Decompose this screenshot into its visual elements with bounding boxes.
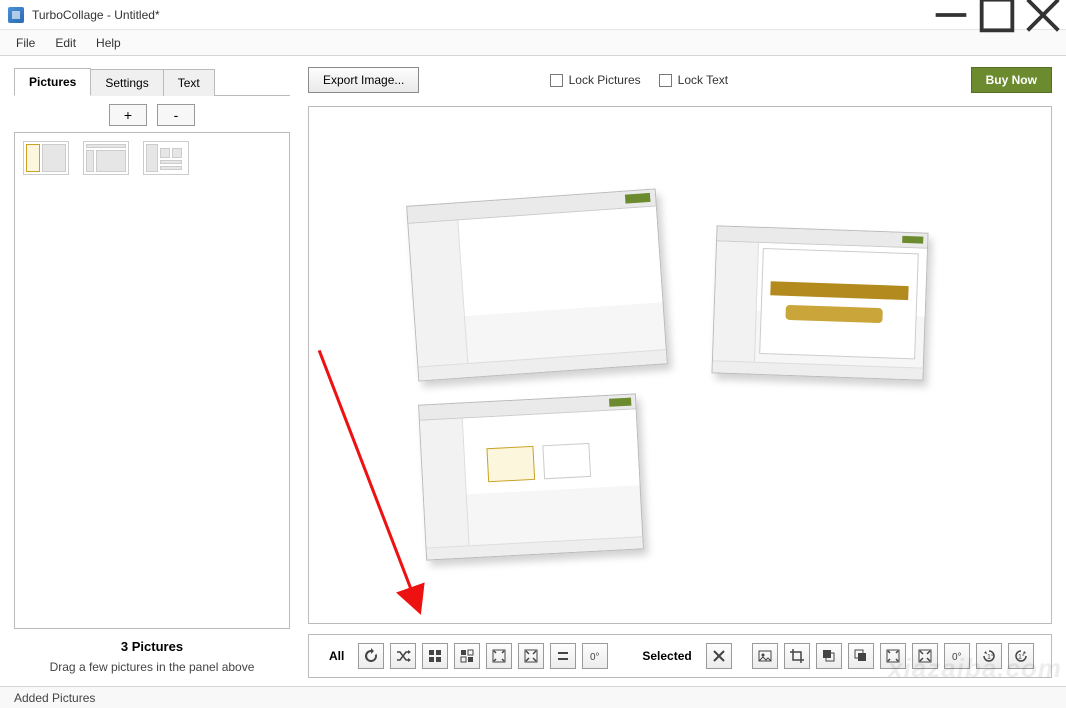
top-toolbar: Export Image... Lock Pictures Lock Text … (308, 64, 1052, 96)
crop-button[interactable] (784, 643, 810, 669)
checkbox-icon (659, 74, 672, 87)
menu-edit[interactable]: Edit (47, 32, 84, 54)
thumbnail-area[interactable] (14, 132, 290, 629)
delete-button[interactable] (706, 643, 732, 669)
export-image-button[interactable]: Export Image... (308, 67, 419, 93)
tab-text[interactable]: Text (163, 69, 215, 96)
lock-pictures-label: Lock Pictures (569, 73, 641, 87)
checkbox-icon (550, 74, 563, 87)
left-footer: 3 Pictures Drag a few pictures in the pa… (14, 629, 290, 678)
buy-now-button[interactable]: Buy Now (971, 67, 1052, 93)
window-controls (928, 0, 1066, 30)
add-remove-row: + - (14, 96, 290, 132)
add-picture-button[interactable]: + (109, 104, 147, 126)
svg-text:0°: 0° (952, 652, 962, 663)
all-label: All (329, 649, 344, 663)
close-button[interactable] (1020, 0, 1066, 30)
picture-hint: Drag a few pictures in the panel above (20, 660, 284, 674)
grid-alt-button[interactable] (454, 643, 480, 669)
window-title: TurboCollage - Untitled* (32, 8, 160, 22)
menu-file[interactable]: File (8, 32, 43, 54)
collage-picture-3[interactable] (418, 393, 644, 560)
main-area: Pictures Settings Text + - 3 Pictures Dr… (0, 56, 1066, 686)
bring-front-button[interactable] (848, 643, 874, 669)
rotate-ccw-button[interactable]: 1° (976, 643, 1002, 669)
remove-picture-button[interactable]: - (157, 104, 195, 126)
minimize-button[interactable] (928, 0, 974, 30)
titlebar: TurboCollage - Untitled* (0, 0, 1066, 30)
thumbnail-3[interactable] (143, 141, 189, 175)
left-panel: Pictures Settings Text + - 3 Pictures Dr… (0, 56, 300, 686)
lock-text-label: Lock Text (678, 73, 728, 87)
selected-label: Selected (642, 649, 691, 663)
fit-selected-button[interactable] (880, 643, 906, 669)
picture-button[interactable] (752, 643, 778, 669)
menubar: File Edit Help (0, 30, 1066, 56)
refresh-button[interactable] (358, 643, 384, 669)
rotate-zero-button[interactable]: 0° (582, 643, 608, 669)
svg-text:0°: 0° (590, 652, 600, 663)
canvas-area[interactable] (308, 106, 1052, 624)
collage-picture-1[interactable] (406, 188, 668, 381)
tabs-row: Pictures Settings Text (14, 64, 290, 96)
rotate-cw-button[interactable]: 1° (1008, 643, 1034, 669)
thumbnail-2[interactable] (83, 141, 129, 175)
send-back-button[interactable] (816, 643, 842, 669)
shuffle-button[interactable] (390, 643, 416, 669)
lock-pictures-checkbox[interactable]: Lock Pictures (550, 73, 641, 87)
equalize-button[interactable] (550, 643, 576, 669)
statusbar: Added Pictures (0, 686, 1066, 708)
collage-picture-2[interactable] (711, 225, 928, 380)
right-panel: Export Image... Lock Pictures Lock Text … (300, 56, 1066, 686)
picture-count: 3 Pictures (20, 639, 284, 654)
menu-help[interactable]: Help (88, 32, 129, 54)
status-text: Added Pictures (14, 691, 95, 705)
lock-text-checkbox[interactable]: Lock Text (659, 73, 728, 87)
thumbnail-1[interactable] (23, 141, 69, 175)
grid-button[interactable] (422, 643, 448, 669)
fill-selected-button[interactable] (912, 643, 938, 669)
tab-pictures[interactable]: Pictures (14, 68, 91, 96)
tab-settings[interactable]: Settings (90, 69, 163, 96)
app-icon (8, 7, 24, 23)
fit-button[interactable] (486, 643, 512, 669)
bottom-toolbar: All 0° Selected 0° 1° 1° (308, 634, 1052, 678)
rotate-zero-selected-button[interactable]: 0° (944, 643, 970, 669)
svg-text:1°: 1° (1018, 653, 1025, 661)
svg-text:1°: 1° (987, 653, 994, 661)
fill-button[interactable] (518, 643, 544, 669)
maximize-button[interactable] (974, 0, 1020, 30)
